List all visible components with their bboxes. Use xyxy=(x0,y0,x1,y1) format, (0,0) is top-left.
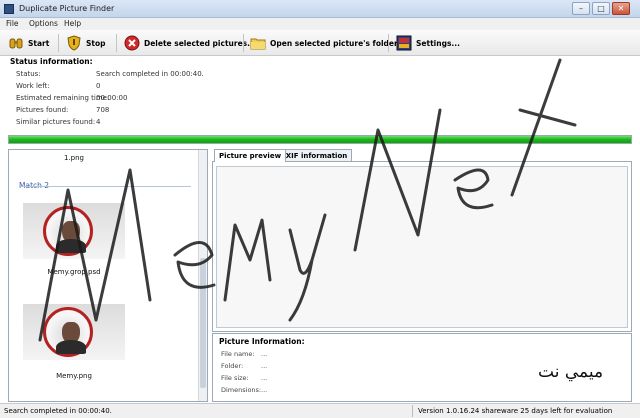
progress-fill xyxy=(9,136,631,143)
pictures-found-label: Pictures found: xyxy=(16,106,69,114)
picture-info-title: Picture Information: xyxy=(219,337,305,346)
results-scrollbar[interactable] xyxy=(198,150,207,401)
results-list[interactable]: 1.png Match 2 Memy.grop.psd Memy.png xyxy=(8,149,208,402)
statusbar-version: Version 1.0.16.24 shareware 25 days left… xyxy=(418,407,613,415)
similar-found-label: Similar pictures found: xyxy=(16,118,96,126)
result-filename[interactable]: Memy.grop.psd xyxy=(9,268,139,276)
preview-canvas xyxy=(216,166,628,328)
thumbnail-body xyxy=(56,340,86,354)
delete-selected-button[interactable]: Delete selected pictures... xyxy=(124,33,256,53)
work-left-value: 0 xyxy=(96,82,101,90)
thumbnail-image xyxy=(43,307,93,357)
status-bar: Search completed in 00:00:40. Version 1.… xyxy=(0,403,640,418)
close-button[interactable]: ✕ xyxy=(612,2,630,15)
toolbar: Start Stop Delete selected pictures... O… xyxy=(0,30,640,56)
settings-label: Settings... xyxy=(416,38,460,48)
statusbar-message: Search completed in 00:00:40. xyxy=(4,407,112,415)
file-name-label: File name: xyxy=(221,350,255,358)
tab-picture-preview[interactable]: Picture preview xyxy=(214,149,287,162)
file-size-label: File size: xyxy=(221,374,249,382)
tab-exif-information[interactable]: EXIF information xyxy=(276,149,353,161)
open-folder-label: Open selected picture's folder xyxy=(270,38,398,48)
statusbar-divider xyxy=(412,405,413,417)
window-title: Duplicate Picture Finder xyxy=(19,4,115,13)
settings-button[interactable]: Settings... xyxy=(396,33,460,53)
file-name-value: ... xyxy=(261,350,268,358)
minimize-button[interactable]: – xyxy=(572,2,590,15)
folder-value: ... xyxy=(261,362,268,370)
toolbar-separator xyxy=(116,34,117,52)
match-divider xyxy=(19,186,191,187)
start-label: Start xyxy=(28,38,50,48)
binoculars-icon xyxy=(9,38,23,49)
delete-icon xyxy=(124,35,140,51)
pictures-found-value: 708 xyxy=(96,106,110,114)
result-thumbnail[interactable] xyxy=(23,203,125,259)
stop-label: Stop xyxy=(86,38,106,48)
toolbar-separator xyxy=(388,34,389,52)
work-left-label: Work left: xyxy=(16,82,50,90)
status-label: Status: xyxy=(16,70,41,78)
arabic-watermark: ميمي نت xyxy=(538,362,604,382)
dimensions-label: Dimensions: xyxy=(221,386,262,394)
folder-label: Folder: xyxy=(221,362,244,370)
menu-help[interactable]: Help xyxy=(64,19,81,28)
settings-icon xyxy=(396,35,412,51)
title-bar: Duplicate Picture Finder – □ ✕ xyxy=(0,0,640,18)
file-size-value: ... xyxy=(261,374,268,382)
thumbnail-image xyxy=(43,206,93,256)
stop-button[interactable]: Stop xyxy=(66,33,106,53)
dimensions-value: ... xyxy=(261,386,268,394)
result-thumbnail[interactable] xyxy=(23,304,125,360)
status-information-panel: Status information: Status: Search compl… xyxy=(6,57,634,132)
menu-file[interactable]: File xyxy=(6,19,19,28)
remaining-time-value: 00:00:00 xyxy=(96,94,128,102)
delete-selected-label: Delete selected pictures... xyxy=(144,38,256,48)
toolbar-separator xyxy=(243,34,244,52)
result-filename[interactable]: Memy.png xyxy=(9,372,139,380)
result-filename[interactable]: 1.png xyxy=(9,154,139,162)
picture-preview-area xyxy=(212,161,632,332)
menu-options[interactable]: Options xyxy=(29,19,58,28)
shield-icon xyxy=(67,35,81,51)
progress-bar xyxy=(8,135,632,144)
start-button[interactable]: Start xyxy=(8,33,49,53)
similar-found-value: 4 xyxy=(96,118,101,126)
maximize-button[interactable]: □ xyxy=(592,2,610,15)
status-value: Search completed in 00:00:40. xyxy=(96,70,204,78)
menu-bar: File Options Help xyxy=(0,18,640,30)
open-folder-button[interactable]: Open selected picture's folder xyxy=(250,33,398,53)
status-title: Status information: xyxy=(10,57,93,66)
app-icon xyxy=(4,4,14,14)
folder-icon xyxy=(250,38,266,50)
scrollbar-thumb[interactable] xyxy=(200,258,206,388)
thumbnail-body xyxy=(56,239,86,253)
toolbar-separator xyxy=(58,34,59,52)
